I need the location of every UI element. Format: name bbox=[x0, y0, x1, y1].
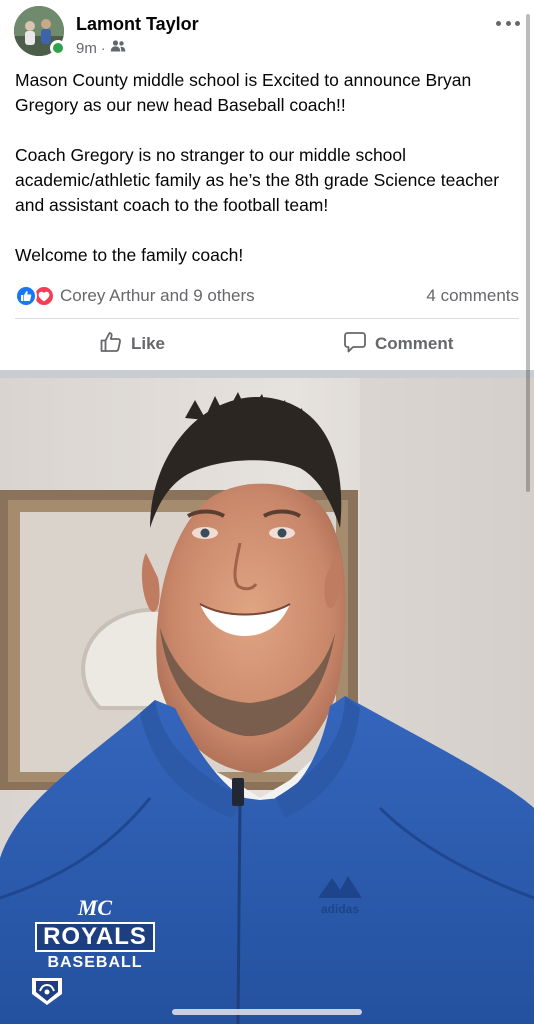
post-paragraph: Coach Gregory is no stranger to our midd… bbox=[15, 145, 500, 215]
baseball-plate-icon bbox=[30, 976, 160, 1006]
post-text: Mason County middle school is Excited to… bbox=[15, 68, 521, 268]
post-paragraph: Mason County middle school is Excited to… bbox=[15, 70, 472, 115]
logo-initials: MC bbox=[77, 895, 113, 920]
reaction-icons[interactable] bbox=[15, 285, 57, 307]
home-indicator[interactable] bbox=[172, 1009, 362, 1015]
reactors-text[interactable]: Corey Arthur and 9 others bbox=[60, 286, 255, 306]
post-card: Lamont Taylor 9m · Mason County middle s… bbox=[0, 0, 534, 370]
post-actions: Like Comment bbox=[15, 322, 519, 366]
team-logo: MC ROYALS BASEBALL bbox=[30, 896, 160, 1006]
post-header: Lamont Taylor 9m · bbox=[14, 6, 520, 58]
like-button[interactable]: Like bbox=[99, 322, 165, 366]
more-options-button[interactable] bbox=[496, 16, 520, 30]
friends-icon bbox=[110, 39, 126, 57]
thumbs-up-icon bbox=[99, 330, 123, 359]
post-time[interactable]: 9m bbox=[76, 40, 97, 57]
like-label: Like bbox=[131, 334, 166, 353]
meta-separator: · bbox=[100, 40, 106, 56]
comment-icon bbox=[343, 330, 367, 359]
post-meta: 9m · bbox=[76, 39, 126, 57]
comment-label: Comment bbox=[375, 334, 454, 353]
post-stats: Corey Arthur and 9 others 4 comments bbox=[15, 283, 519, 309]
scrollbar[interactable] bbox=[526, 14, 530, 492]
post-photo[interactable]: adidas MC ROYALS BASEBALL bbox=[0, 378, 534, 1024]
feed-separator bbox=[0, 370, 534, 378]
svg-text:adidas: adidas bbox=[321, 902, 359, 916]
comment-count[interactable]: 4 comments bbox=[426, 286, 519, 306]
post-paragraph: Welcome to the family coach! bbox=[15, 245, 244, 265]
comment-button[interactable]: Comment bbox=[343, 322, 453, 366]
logo-sport: BASEBALL bbox=[47, 954, 143, 971]
author-name[interactable]: Lamont Taylor bbox=[76, 14, 199, 35]
like-reaction-icon bbox=[15, 285, 37, 307]
logo-team: ROYALS bbox=[35, 922, 155, 952]
divider bbox=[15, 318, 519, 319]
online-status-indicator bbox=[50, 40, 66, 56]
